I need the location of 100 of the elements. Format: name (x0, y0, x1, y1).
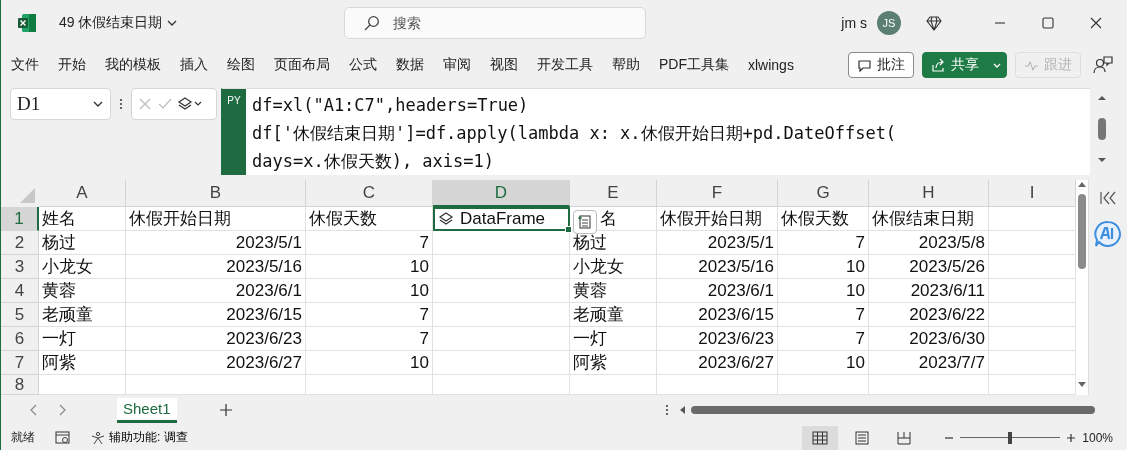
ribbon-tab[interactable]: 开发工具 (537, 52, 593, 78)
column-header[interactable]: F (657, 180, 778, 207)
row-header[interactable]: 4 (1, 279, 39, 303)
ribbon-tab[interactable]: xlwings (748, 53, 794, 77)
card-icon (578, 215, 592, 229)
avatar[interactable]: JS (877, 11, 901, 35)
python-badge: PY (222, 89, 246, 175)
column-header[interactable]: H (869, 180, 989, 207)
chevron-left-icon[interactable] (29, 404, 39, 416)
ribbon-tab[interactable]: 绘图 (227, 52, 255, 78)
empty-cell[interactable] (126, 375, 306, 395)
normal-view-button[interactable] (802, 425, 839, 450)
status-text: 就绪 (11, 429, 35, 446)
ribbon-tab[interactable]: 开始 (58, 52, 86, 78)
empty-cell[interactable] (433, 255, 570, 279)
name-box[interactable]: D1 (10, 88, 111, 120)
table-cell: 2023/7/7 (869, 351, 989, 375)
row-header[interactable]: 5 (1, 303, 39, 327)
comment-button[interactable]: 批注 (848, 52, 914, 78)
table-cell: 2023/5/16 (657, 255, 778, 279)
table-cell-text: 名 (600, 208, 617, 230)
scrollbar-icon[interactable] (1096, 94, 1108, 164)
row-header[interactable]: 7 (1, 351, 39, 375)
comment-icon (857, 57, 872, 73)
empty-cell[interactable] (657, 375, 778, 395)
ai-chat-icon[interactable] (1094, 220, 1122, 248)
ribbon-tab[interactable]: 帮助 (612, 52, 640, 78)
table-cell: 10 (778, 351, 869, 375)
empty-cell[interactable] (433, 375, 570, 395)
empty-cell[interactable] (433, 351, 570, 375)
table-cell: 2023/5/16 (126, 255, 306, 279)
row-header[interactable]: 2 (1, 231, 39, 255)
ribbon-tab[interactable]: 我的模板 (105, 52, 161, 78)
column-header[interactable]: C (306, 180, 433, 207)
column-header[interactable]: G (778, 180, 869, 207)
ribbon-tab[interactable]: 公式 (349, 52, 377, 78)
cancel-icon[interactable] (137, 96, 153, 112)
column-header[interactable]: B (126, 180, 306, 207)
plus-icon[interactable] (218, 403, 233, 417)
empty-cell[interactable] (306, 375, 433, 395)
table-cell: 阿紫 (570, 351, 657, 375)
row-header[interactable]: 8 (1, 375, 39, 395)
python-object-label: DataFrame (460, 209, 546, 229)
collapse-icon[interactable] (1099, 190, 1117, 206)
slider-thumb[interactable] (1008, 431, 1013, 444)
table-cell: 10 (306, 351, 433, 375)
empty-cell[interactable] (778, 375, 869, 395)
column-header[interactable]: I (989, 180, 1076, 207)
sheet-tab[interactable]: Sheet1 (117, 397, 177, 423)
ribbon-tab[interactable]: PDF工具集 (659, 52, 729, 78)
selected-cell[interactable]: DataFrame (433, 207, 570, 231)
table-cell: 休假天数 (778, 207, 869, 231)
accessibility-button[interactable]: 辅助功能: 调查 (87, 429, 192, 446)
empty-cell[interactable] (570, 375, 657, 395)
ribbon-tab[interactable]: 插入 (180, 52, 208, 78)
zoom-level: 100% (1082, 430, 1113, 445)
table-cell: 7 (306, 303, 433, 327)
share-button[interactable]: 共享 (922, 52, 1007, 78)
ribbon-tab[interactable]: 数据 (396, 52, 424, 78)
ribbon-tab[interactable]: 视图 (490, 52, 518, 78)
table-cell: 姓名 (39, 207, 126, 231)
empty-cell[interactable] (433, 327, 570, 351)
table-cell: 2023/6/23 (126, 327, 306, 351)
maximize-icon[interactable] (1040, 15, 1056, 31)
person-chat-icon[interactable] (1093, 55, 1113, 75)
document-title[interactable]: 49 休假结束日期 (59, 14, 179, 32)
diamond-icon[interactable] (926, 15, 942, 31)
insert-data-button[interactable] (573, 210, 597, 234)
search-field[interactable]: 搜索 (343, 7, 646, 39)
row-header[interactable]: 6 (1, 327, 39, 351)
table-cell: 10 (778, 255, 869, 279)
page-break-icon (896, 430, 913, 445)
empty-cell[interactable] (869, 375, 989, 395)
formula-editor[interactable]: PY df=xl("A1:C7",headers=True) df['休假结束日期']=df.apply(lambda x: x.休假开始日期+pd.DateOffset( days=x.休假天数), axis=1) (221, 88, 1090, 175)
table-cell: 黄蓉 (570, 279, 657, 303)
more-icon[interactable] (665, 404, 669, 416)
macro-record-icon[interactable] (55, 430, 71, 445)
ribbon-tab[interactable]: 审阅 (443, 52, 471, 78)
code-line: df=xl("A1:C7",headers=True) (252, 94, 530, 117)
empty-cell[interactable] (433, 303, 570, 327)
column-header[interactable]: A (39, 180, 126, 207)
column-header[interactable]: D (433, 180, 570, 207)
row-header[interactable]: 3 (1, 255, 39, 279)
row-header[interactable]: 1 (1, 207, 39, 231)
table-cell: 休假开始日期 (657, 207, 778, 231)
table-cell: 2023/5/8 (869, 231, 989, 255)
close-icon[interactable] (1088, 15, 1104, 31)
column-header[interactable]: E (570, 180, 657, 207)
table-cell: 2023/5/1 (126, 231, 306, 255)
table-cell: 2023/5/26 (869, 255, 989, 279)
empty-cell[interactable] (433, 231, 570, 255)
ribbon-tab[interactable]: 文件 (11, 52, 39, 78)
table-cell: 老顽童 (39, 303, 126, 327)
more-icon[interactable] (119, 98, 123, 110)
ribbon-tab[interactable]: 页面布局 (274, 52, 330, 78)
empty-cell[interactable] (433, 279, 570, 303)
zoom-in-icon[interactable] (1066, 432, 1077, 443)
table-cell: 黄蓉 (39, 279, 126, 303)
chevron-right-icon[interactable] (57, 404, 67, 416)
share-icon (931, 57, 946, 73)
